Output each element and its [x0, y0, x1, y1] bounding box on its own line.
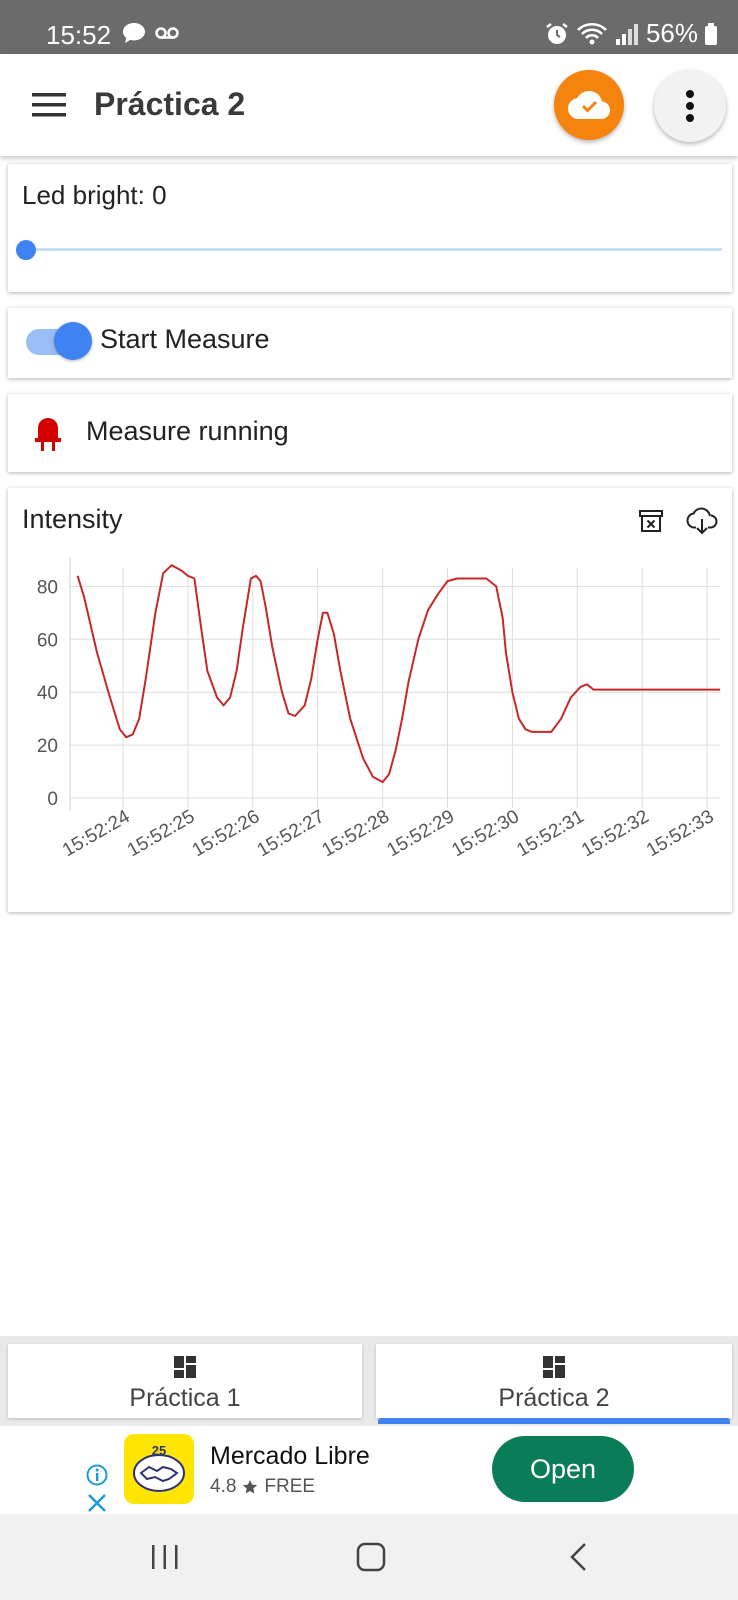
switch-label: Start Measure: [100, 324, 270, 354]
bottom-tab-bar: Práctica 1 Práctica 2: [0, 1336, 738, 1426]
tab-label: Práctica 2: [498, 1384, 610, 1412]
alarm-icon: [546, 22, 568, 44]
x-tick-label: 15:52:30: [448, 806, 523, 861]
slider-track[interactable]: [24, 248, 722, 251]
x-tick-label: 15:52:27: [254, 806, 329, 861]
ad-app-name: Mercado Libre: [210, 1442, 370, 1470]
back-icon[interactable]: [568, 1542, 588, 1572]
slider-thumb[interactable]: [16, 240, 36, 260]
status-bar: 15:52 56%: [0, 0, 738, 54]
measure-status-card: Measure running: [8, 394, 732, 472]
recents-icon[interactable]: [150, 1544, 180, 1570]
status-label: Measure running: [86, 416, 289, 446]
x-tick-label: 15:52:31: [513, 806, 588, 861]
status-right-icons: 56%: [544, 18, 718, 49]
dashboard-icon: [543, 1356, 565, 1378]
home-icon[interactable]: [356, 1542, 386, 1572]
status-left-icons: [122, 22, 180, 44]
status-time: 15:52: [46, 20, 112, 50]
close-icon[interactable]: [86, 1492, 108, 1514]
battery-percentage: 56%: [645, 18, 698, 48]
tab-label: Práctica 1: [129, 1384, 241, 1412]
page-title: Práctica 2: [94, 86, 246, 122]
y-tick-label: 80: [37, 577, 58, 598]
y-tick-label: 40: [37, 683, 58, 704]
ad-price: FREE: [264, 1476, 316, 1497]
led-bright-card: Led bright: 0: [8, 164, 732, 292]
signal-icon: [615, 23, 638, 45]
slider-label: Led bright: 0: [22, 180, 167, 210]
dashboard-icon: [174, 1356, 196, 1378]
system-nav-bar: [0, 1514, 738, 1600]
x-tick-label: 15:52:32: [578, 806, 653, 861]
intensity-series-line: [76, 564, 721, 784]
voicemail-icon: [155, 27, 179, 39]
x-tick-label: 15:52:26: [189, 806, 264, 861]
x-tick-label: 15:52:29: [383, 806, 458, 861]
x-tick-label: 15:52:33: [643, 806, 718, 861]
menu-icon[interactable]: [32, 90, 68, 120]
mercado-libre-logo: 25: [124, 1434, 194, 1504]
battery-icon: [705, 22, 717, 45]
wifi-icon: [577, 22, 607, 44]
x-tick-label: 15:52:28: [319, 806, 394, 861]
y-tick-label: 60: [37, 630, 58, 651]
chat-bubble-icon: [123, 23, 145, 43]
led-icon: [35, 418, 61, 451]
y-tick-label: 0: [47, 789, 58, 810]
more-vert-icon: [686, 90, 694, 122]
cloud-sync-button[interactable]: [554, 70, 624, 140]
intensity-chart-card: Intensity 0 20 40 60 80 15:52:24 15:52:25 15:52…: [8, 488, 732, 912]
x-tick-label: 15:52:25: [124, 806, 199, 861]
tab-practica-2[interactable]: Práctica 2: [376, 1344, 732, 1424]
star-icon: [243, 1480, 258, 1494]
ad-open-button[interactable]: Open: [492, 1436, 634, 1502]
start-measure-switch[interactable]: [54, 322, 92, 360]
x-tick-label: 15:52:24: [59, 806, 134, 861]
handshake-logo-icon: 25: [133, 1443, 185, 1492]
app-bar: Práctica 2: [0, 54, 738, 156]
ad-banner[interactable]: 25 Mercado Libre 4.8 FREE Open: [0, 1426, 738, 1514]
ad-meta: 4.8 FREE: [210, 1476, 315, 1498]
y-tick-label: 20: [37, 736, 58, 757]
info-icon[interactable]: [86, 1464, 108, 1486]
svg-text:25: 25: [152, 1443, 166, 1458]
more-options-button[interactable]: [654, 70, 726, 142]
start-measure-card: Start Measure: [8, 308, 732, 378]
tab-practica-1[interactable]: Práctica 1: [8, 1344, 362, 1418]
ad-rating: 4.8: [210, 1476, 237, 1497]
cloud-check-icon: [568, 91, 610, 119]
active-tab-indicator: [378, 1418, 730, 1424]
intensity-line-chart: 02040608015:52:2415:52:2515:52:2615:52:2…: [37, 558, 721, 861]
